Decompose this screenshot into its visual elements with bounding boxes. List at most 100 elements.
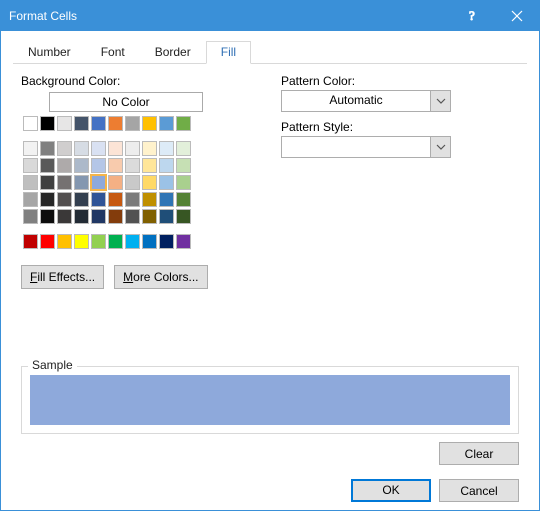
color-swatch[interactable] xyxy=(57,158,72,173)
tab-font[interactable]: Font xyxy=(86,41,140,64)
color-swatch[interactable] xyxy=(23,116,38,131)
help-button[interactable]: ? xyxy=(449,1,494,31)
color-swatch[interactable] xyxy=(176,158,191,173)
tab-border[interactable]: Border xyxy=(140,41,206,64)
color-swatch[interactable] xyxy=(125,116,140,131)
color-swatch[interactable] xyxy=(23,234,38,249)
color-swatch[interactable] xyxy=(91,209,106,224)
color-swatch[interactable] xyxy=(142,116,157,131)
color-swatch[interactable] xyxy=(159,209,174,224)
color-swatch[interactable] xyxy=(159,158,174,173)
window-title: Format Cells xyxy=(9,9,449,23)
color-swatch[interactable] xyxy=(125,192,140,207)
sample-fieldset: Sample xyxy=(21,366,519,434)
color-swatch[interactable] xyxy=(125,158,140,173)
color-swatch[interactable] xyxy=(57,209,72,224)
bottom-buttons: Clear OK Cancel xyxy=(13,434,527,502)
color-swatch[interactable] xyxy=(142,141,157,156)
color-swatch[interactable] xyxy=(176,175,191,190)
color-swatch[interactable] xyxy=(91,116,106,131)
color-swatch[interactable] xyxy=(74,192,89,207)
color-swatch[interactable] xyxy=(91,158,106,173)
color-swatch[interactable] xyxy=(74,141,89,156)
color-swatch[interactable] xyxy=(40,158,55,173)
color-swatch[interactable] xyxy=(159,175,174,190)
color-swatch[interactable] xyxy=(108,192,123,207)
color-swatch[interactable] xyxy=(176,209,191,224)
color-swatch[interactable] xyxy=(108,175,123,190)
cancel-button[interactable]: Cancel xyxy=(439,479,519,502)
color-swatch[interactable] xyxy=(159,116,174,131)
left-column: Background Color: No Color Fill Effects.… xyxy=(21,74,251,356)
fill-effects-button[interactable]: Fill Effects... xyxy=(21,265,104,289)
pattern-style-value xyxy=(282,137,430,157)
color-swatch[interactable] xyxy=(176,141,191,156)
color-swatch[interactable] xyxy=(23,175,38,190)
format-cells-dialog: Format Cells ? Number Font Border Fill B… xyxy=(0,0,540,511)
color-swatch[interactable] xyxy=(176,116,191,131)
color-swatch[interactable] xyxy=(40,116,55,131)
color-swatch[interactable] xyxy=(108,209,123,224)
color-swatch[interactable] xyxy=(142,158,157,173)
color-swatch[interactable] xyxy=(40,141,55,156)
color-swatch[interactable] xyxy=(23,192,38,207)
color-swatch[interactable] xyxy=(91,141,106,156)
color-swatch[interactable] xyxy=(176,234,191,249)
color-swatch[interactable] xyxy=(57,141,72,156)
color-swatch[interactable] xyxy=(91,234,106,249)
right-column: Pattern Color: Automatic Pattern Style: xyxy=(281,74,519,356)
color-swatch[interactable] xyxy=(40,192,55,207)
color-swatch[interactable] xyxy=(23,158,38,173)
color-swatch[interactable] xyxy=(23,209,38,224)
color-swatch[interactable] xyxy=(74,175,89,190)
color-swatch[interactable] xyxy=(159,141,174,156)
color-swatch[interactable] xyxy=(74,209,89,224)
color-swatch[interactable] xyxy=(40,234,55,249)
color-swatch[interactable] xyxy=(57,192,72,207)
color-swatch[interactable] xyxy=(57,116,72,131)
color-swatch[interactable] xyxy=(159,192,174,207)
color-swatch[interactable] xyxy=(108,158,123,173)
pattern-style-combo[interactable] xyxy=(281,136,451,158)
sample-area: Sample xyxy=(21,356,519,434)
pattern-color-combo[interactable]: Automatic xyxy=(281,90,451,112)
titlebar: Format Cells ? xyxy=(1,1,539,31)
color-swatch[interactable] xyxy=(74,234,89,249)
color-swatch[interactable] xyxy=(125,175,140,190)
ok-button[interactable]: OK xyxy=(351,479,431,502)
color-swatch[interactable] xyxy=(57,175,72,190)
more-colors-button[interactable]: More Colors... xyxy=(114,265,207,289)
color-swatch[interactable] xyxy=(108,234,123,249)
color-swatch[interactable] xyxy=(74,116,89,131)
color-swatch[interactable] xyxy=(142,175,157,190)
color-swatch[interactable] xyxy=(74,158,89,173)
color-swatch[interactable] xyxy=(40,209,55,224)
pattern-style-label: Pattern Style: xyxy=(281,120,519,134)
color-swatch[interactable] xyxy=(142,209,157,224)
pattern-color-value: Automatic xyxy=(282,91,430,111)
color-swatch[interactable] xyxy=(125,234,140,249)
tab-fill[interactable]: Fill xyxy=(206,41,251,64)
fill-effects-rest: ill Effects... xyxy=(37,270,95,284)
color-swatch[interactable] xyxy=(125,141,140,156)
sample-label: Sample xyxy=(28,358,77,372)
color-swatch[interactable] xyxy=(108,141,123,156)
color-swatch[interactable] xyxy=(40,175,55,190)
color-swatch[interactable] xyxy=(176,192,191,207)
color-swatch[interactable] xyxy=(108,116,123,131)
color-swatch[interactable] xyxy=(142,192,157,207)
tab-number[interactable]: Number xyxy=(13,41,86,64)
no-color-button[interactable]: No Color xyxy=(49,92,203,112)
clear-button[interactable]: Clear xyxy=(439,442,519,465)
tab-body: Background Color: No Color Fill Effects.… xyxy=(13,64,527,356)
color-swatch[interactable] xyxy=(57,234,72,249)
color-swatch[interactable] xyxy=(23,141,38,156)
chevron-down-icon xyxy=(430,137,450,157)
color-swatch[interactable] xyxy=(159,234,174,249)
chevron-down-icon xyxy=(430,91,450,111)
close-button[interactable] xyxy=(494,1,539,31)
color-swatch[interactable] xyxy=(91,192,106,207)
color-swatch[interactable] xyxy=(125,209,140,224)
color-swatch[interactable] xyxy=(91,175,106,190)
color-swatch[interactable] xyxy=(142,234,157,249)
